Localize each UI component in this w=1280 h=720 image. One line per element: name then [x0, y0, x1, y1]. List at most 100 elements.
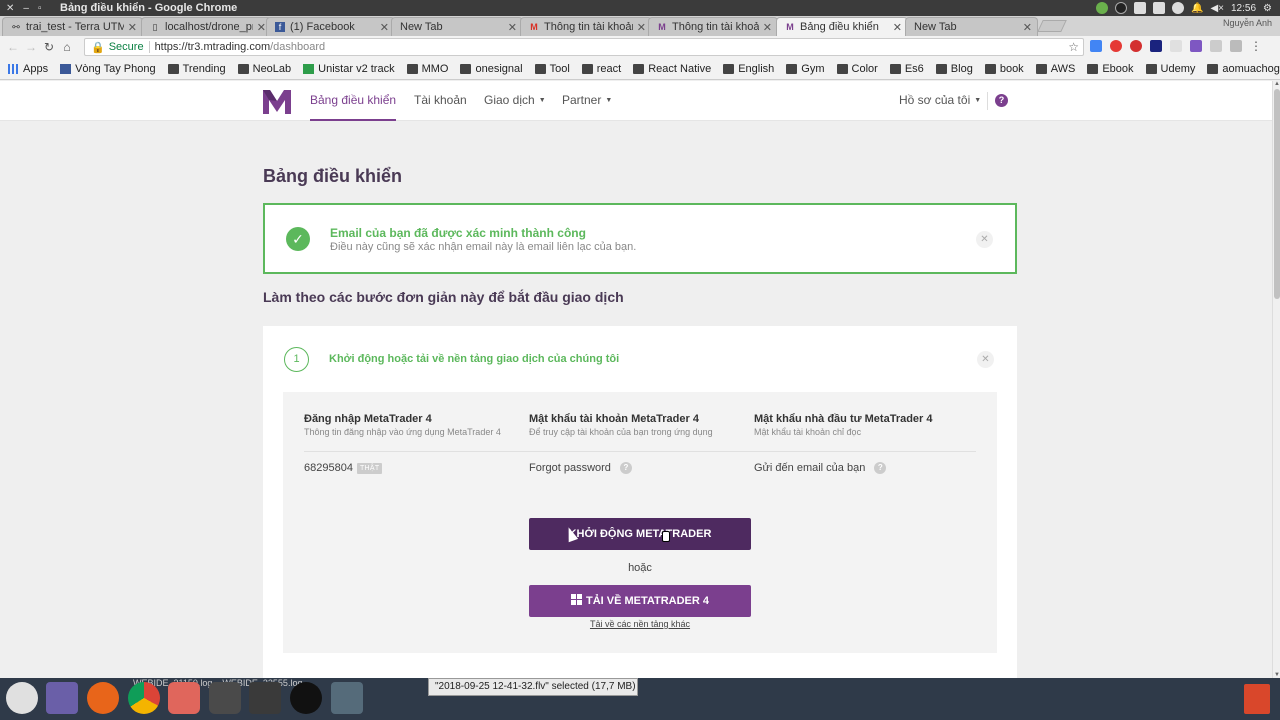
obs-icon[interactable]: [290, 682, 322, 714]
bookmark-item[interactable]: Color: [836, 63, 878, 75]
send-to-email-link[interactable]: Gửi đến email của bạn: [754, 462, 865, 474]
page-icon: ▯: [152, 22, 158, 32]
scrollbar-thumb[interactable]: [1274, 89, 1280, 299]
checkbox-tray-icon[interactable]: [1153, 2, 1166, 14]
url-bar[interactable]: 🔒 Secure https://tr3.mtrading.com/dashbo…: [84, 38, 1084, 56]
tab-new-tab-2[interactable]: New Tab ✕: [905, 17, 1038, 36]
nav-account[interactable]: Tài khoản: [414, 81, 467, 121]
tab-mtrading-account-info[interactable]: M Thông tin tài khoản ✕: [648, 17, 778, 36]
translate-extension-icon[interactable]: [1090, 40, 1102, 52]
bell-icon[interactable]: 🔔: [1191, 3, 1203, 14]
nav-profile[interactable]: Hồ sơ của tôi ▼: [899, 81, 981, 121]
ubuntu-launcher-icon[interactable]: [6, 682, 38, 714]
bookmark-item[interactable]: React Native: [633, 63, 711, 75]
adblock-extension-icon[interactable]: [1130, 40, 1142, 52]
bookmark-item[interactable]: MMO: [406, 63, 448, 75]
files-icon[interactable]: [46, 682, 78, 714]
tab-close-icon[interactable]: ✕: [1023, 21, 1032, 34]
back-icon[interactable]: ←: [4, 40, 22, 54]
firefox-icon[interactable]: [87, 682, 119, 714]
network-tray-icon[interactable]: [1172, 2, 1185, 14]
volume-icon[interactable]: ◀×: [1210, 3, 1224, 14]
pen-extension-icon[interactable]: [1190, 40, 1202, 52]
bookmark-item[interactable]: Unistar v2 track: [303, 63, 395, 75]
minimize-window-icon[interactable]: ‒: [23, 3, 29, 14]
extension-icon[interactable]: [1210, 40, 1222, 52]
screen-tray-icon[interactable]: [1134, 2, 1147, 14]
bookmark-item[interactable]: Blog: [935, 63, 973, 75]
scroll-up-icon[interactable]: ▲: [1274, 81, 1280, 87]
bookmark-item[interactable]: NeoLab: [237, 63, 291, 75]
tab-close-icon[interactable]: ✕: [508, 21, 517, 34]
profile-name[interactable]: Nguyễn Anh: [1223, 18, 1272, 28]
tab-close-icon[interactable]: ✕: [257, 21, 266, 34]
tab-close-icon[interactable]: ✕: [637, 21, 646, 34]
question-icon[interactable]: ?: [874, 462, 887, 474]
forward-icon[interactable]: →: [22, 40, 40, 54]
nav-partner[interactable]: Partner ▼: [562, 81, 612, 121]
tab-terra-utm[interactable]: ⚯ trai_test - Terra UTM ✕: [2, 17, 143, 36]
extension-icon[interactable]: [1230, 40, 1242, 52]
page-scrollbar[interactable]: ▲ ▼: [1272, 81, 1280, 678]
sublime-text-icon[interactable]: [209, 682, 241, 714]
extension-icon[interactable]: [1170, 40, 1182, 52]
home-icon[interactable]: ⌂: [58, 40, 76, 54]
terminal-icon[interactable]: [249, 682, 281, 714]
bookmark-star-icon[interactable]: ☆: [1068, 40, 1079, 54]
close-alert-icon[interactable]: ✕: [976, 231, 993, 248]
nav-trading[interactable]: Giao dịch ▼: [484, 81, 546, 121]
bookmark-item[interactable]: Trending: [167, 63, 226, 75]
tab-facebook[interactable]: f (1) Facebook ✕: [266, 17, 395, 36]
lock-icon: 🔒: [91, 41, 105, 54]
bookmark-item[interactable]: Ebook: [1087, 63, 1134, 75]
bookmark-item[interactable]: book: [984, 63, 1024, 75]
folder-icon: [935, 63, 947, 74]
tab-new-tab[interactable]: New Tab ✕: [391, 17, 523, 36]
download-metatrader-button[interactable]: TẢI VỀ METATRADER 4: [529, 585, 751, 617]
tab-close-icon[interactable]: ✕: [763, 21, 772, 34]
bookmark-item[interactable]: Udemy: [1145, 63, 1195, 75]
bookmark-item[interactable]: aomuachogiay: [1207, 63, 1280, 75]
clock[interactable]: 12:56: [1231, 3, 1256, 14]
bookmark-item[interactable]: Gym: [786, 63, 825, 75]
url-text[interactable]: https://tr3.mtrading.com/dashboard: [155, 41, 326, 53]
new-tab-button[interactable]: [1037, 20, 1067, 32]
tab-dashboard[interactable]: M Bảng điều khiển ✕: [776, 17, 908, 36]
caret-down-icon: ▼: [538, 96, 546, 104]
help-icon[interactable]: ?: [995, 94, 1008, 107]
close-window-icon[interactable]: ✕: [6, 3, 14, 14]
other-platforms-link[interactable]: Tải về các nền tảng khác: [529, 619, 751, 629]
bookmark-item[interactable]: react: [581, 63, 621, 75]
forgot-password-link[interactable]: Forgot password: [529, 462, 611, 474]
power-icon[interactable]: ⚙: [1263, 3, 1272, 14]
bookmark-item[interactable]: Tool: [534, 63, 570, 75]
question-icon[interactable]: ?: [619, 462, 632, 474]
bookmark-item[interactable]: Apps: [8, 63, 48, 75]
tab-close-icon[interactable]: ✕: [893, 21, 902, 34]
launch-metatrader-button[interactable]: KHỞI ĐỘNG METATRADER: [529, 518, 751, 550]
bookmark-item[interactable]: Es6: [889, 63, 924, 75]
obs-tray-icon[interactable]: [1115, 2, 1128, 14]
column-heading: Mật khẩu nhà đầu tư MetaTrader 4: [754, 413, 933, 425]
chrome-icon[interactable]: [128, 682, 160, 714]
bookmark-item[interactable]: Vòng Tay Phong: [60, 63, 156, 75]
nav-dashboard[interactable]: Bảng điều khiển: [310, 81, 397, 121]
settings-icon[interactable]: [168, 682, 200, 714]
opera-extension-icon[interactable]: [1110, 40, 1122, 52]
app-icon[interactable]: [331, 682, 363, 714]
tab-gmail-account-info[interactable]: M Thông tin tài khoản ✕: [520, 17, 652, 36]
tab-close-icon[interactable]: ✕: [380, 21, 389, 34]
mtrading-logo[interactable]: [263, 88, 291, 114]
extension-icon[interactable]: [1150, 40, 1162, 52]
bookmark-item[interactable]: English: [723, 63, 774, 75]
reload-icon[interactable]: ↻: [40, 40, 58, 54]
trash-icon[interactable]: [1244, 684, 1270, 714]
close-step-icon[interactable]: ✕: [977, 351, 994, 368]
chrome-tray-icon[interactable]: [1096, 2, 1109, 14]
tab-localhost[interactable]: ▯ localhost/drone_pr ✕: [141, 17, 272, 36]
bookmark-item[interactable]: onesignal: [460, 63, 523, 75]
bookmark-item[interactable]: AWS: [1035, 63, 1075, 75]
maximize-window-icon[interactable]: ▫: [38, 3, 42, 14]
chrome-menu-icon[interactable]: ⋮: [1250, 40, 1262, 52]
tab-close-icon[interactable]: ✕: [128, 21, 137, 34]
